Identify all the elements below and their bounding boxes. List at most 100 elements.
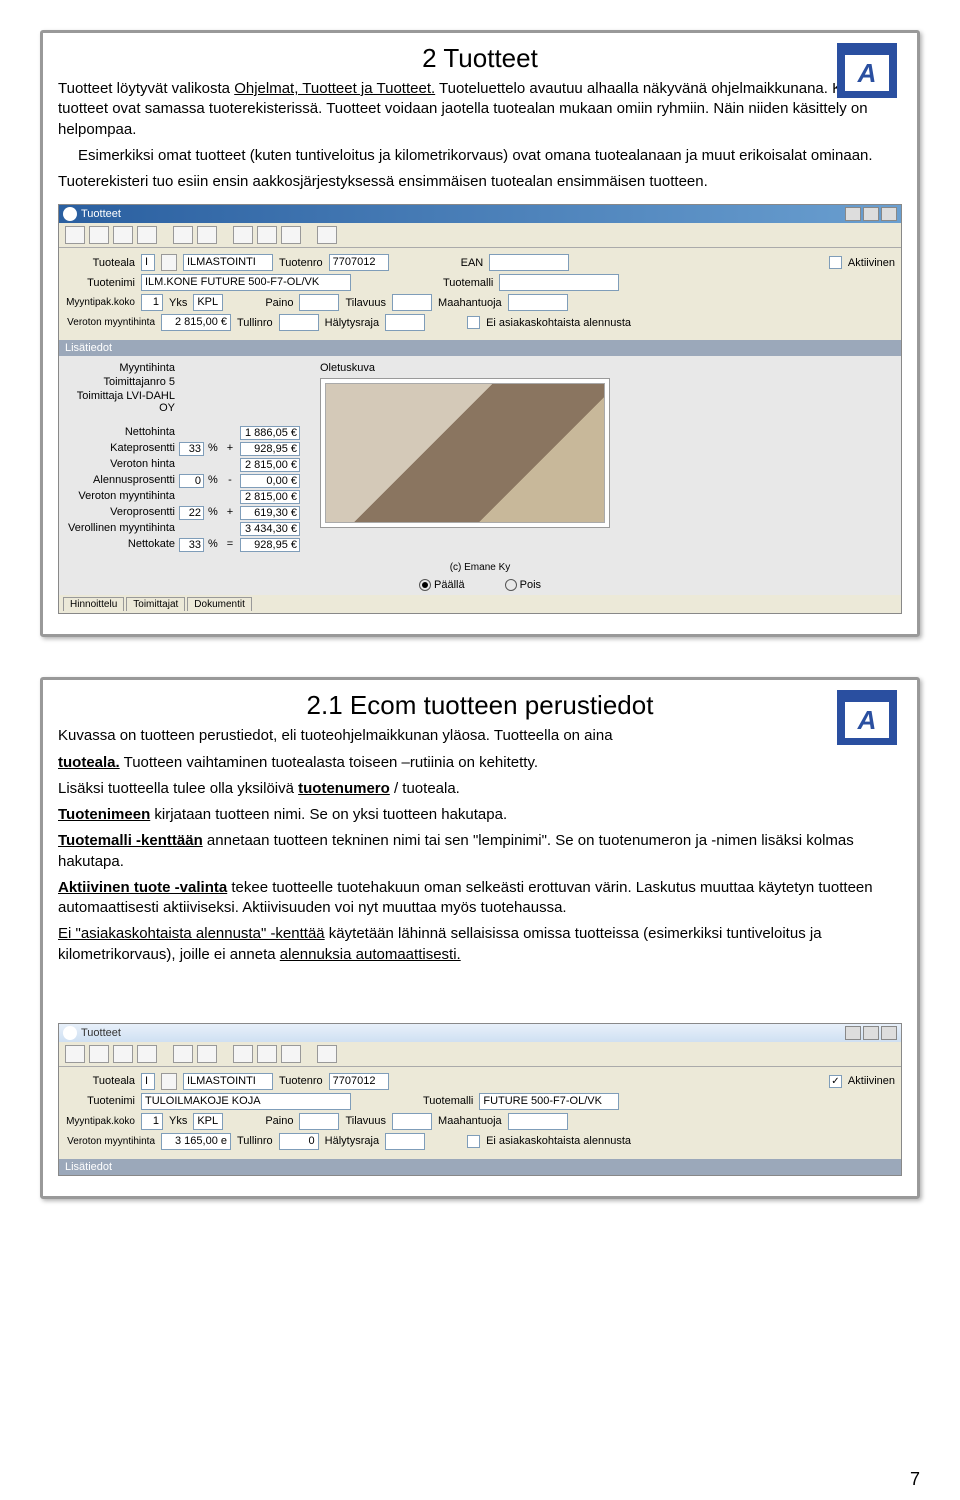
lbl-toimittaja: Toimittaja LVI-DAHL OY xyxy=(65,390,175,414)
fld-ean[interactable] xyxy=(489,254,569,271)
fld-tuotenimi[interactable]: TULOILMAKOJE KOJA xyxy=(141,1093,351,1110)
fld-maahantuoja[interactable] xyxy=(508,294,568,311)
fld-veroton-myynti[interactable]: 3 165,00 e xyxy=(161,1133,231,1150)
price-row: Alennusprosentti0%-0,00 € xyxy=(65,474,300,488)
lbl-maahantuoja: Maahantuoja xyxy=(438,1115,502,1127)
list-icon[interactable] xyxy=(281,226,301,244)
hdr-lisatiedot: Lisätiedot xyxy=(59,1159,901,1175)
delete-icon[interactable] xyxy=(197,1045,217,1063)
price-val[interactable]: 0,00 € xyxy=(240,474,300,488)
add-icon[interactable] xyxy=(173,226,193,244)
page-number: 7 xyxy=(910,1469,920,1490)
fld-tuotenro[interactable]: 7707012 xyxy=(329,254,389,271)
price-pct[interactable]: 33 xyxy=(179,442,204,456)
p6: Aktiivinen tuote -valinta tekee tuotteel… xyxy=(58,878,902,919)
fld-paino[interactable] xyxy=(299,1113,339,1130)
price-val[interactable]: 619,30 € xyxy=(240,506,300,520)
nav-first-icon[interactable] xyxy=(65,226,85,244)
nav-first-icon[interactable] xyxy=(65,1045,85,1063)
fld-tilavuus[interactable] xyxy=(392,1113,432,1130)
lbl-tuotemalli: Tuotemalli xyxy=(443,277,493,289)
fld-tuotemalli[interactable] xyxy=(499,274,619,291)
price-val[interactable]: 928,95 € xyxy=(240,538,300,552)
fld-tuotenimi[interactable]: ILM.KONE FUTURE 500-F7-OL/VK xyxy=(141,274,351,291)
fld-halytysraja[interactable] xyxy=(385,1133,425,1150)
radio-pois[interactable] xyxy=(505,579,517,591)
maximize-button[interactable] xyxy=(863,1026,879,1040)
p3: Lisäksi tuotteella tulee olla yksilöivä … xyxy=(58,779,902,799)
fld-yks[interactable]: KPL xyxy=(193,294,223,311)
price-pct[interactable]: 22 xyxy=(179,506,204,520)
nav-prev-icon[interactable] xyxy=(89,1045,109,1063)
fld-myyntipak[interactable]: 1 xyxy=(141,294,163,311)
lbl-tullinro: Tullinro xyxy=(237,317,273,329)
chk-aktiivinen[interactable] xyxy=(829,256,842,269)
lbl-aktiivinen: Aktiivinen xyxy=(848,1075,895,1087)
list-icon[interactable] xyxy=(281,1045,301,1063)
p4: Tuotenimeen kirjataan tuotteen nimi. Se … xyxy=(58,805,902,825)
nav-last-icon[interactable] xyxy=(137,1045,157,1063)
close-button[interactable] xyxy=(881,207,897,221)
radio-row: Päällä Pois xyxy=(59,575,901,595)
delete-icon[interactable] xyxy=(197,226,217,244)
fld-myyntipak[interactable]: 1 xyxy=(141,1113,163,1130)
nav-last-icon[interactable] xyxy=(137,226,157,244)
lookup-icon[interactable] xyxy=(161,254,177,271)
toolbar xyxy=(59,1042,901,1067)
tab-toimittajat[interactable]: Toimittajat xyxy=(126,597,185,611)
radio-paalla[interactable] xyxy=(419,579,431,591)
price-val[interactable]: 928,95 € xyxy=(240,442,300,456)
price-pct[interactable]: 33 xyxy=(179,538,204,552)
price-label: Veroton hinta xyxy=(65,458,175,472)
close-button[interactable] xyxy=(881,1026,897,1040)
chk-aktiivinen[interactable] xyxy=(829,1075,842,1088)
window-title: Tuotteet xyxy=(81,208,121,220)
window-titlebar: Tuotteet xyxy=(59,1024,901,1042)
price-row: Veroton hinta 2 815,00 € xyxy=(65,458,300,472)
edit-icon[interactable] xyxy=(233,226,253,244)
fld-tullinro[interactable]: 0 xyxy=(279,1133,319,1150)
price-label: Veroton myyntihinta xyxy=(65,490,175,504)
fld-tullinro[interactable] xyxy=(279,314,319,331)
fld-paino[interactable] xyxy=(299,294,339,311)
price-val[interactable]: 1 886,05 € xyxy=(240,426,300,440)
minimize-button[interactable] xyxy=(845,207,861,221)
fld-tuotemalli[interactable]: FUTURE 500-F7-OL/VK xyxy=(479,1093,619,1110)
lbl-toimittajanro: Toimittajanro 5 xyxy=(65,376,175,388)
p7: Ei "asiakaskohtaista alennusta" -kenttää… xyxy=(58,924,902,965)
price-pct[interactable]: 0 xyxy=(179,474,204,488)
add-icon[interactable] xyxy=(173,1045,193,1063)
lbl-aktiivinen: Aktiivinen xyxy=(848,257,895,269)
nav-next-icon[interactable] xyxy=(113,226,133,244)
tab-hinnoittelu[interactable]: Hinnoittelu xyxy=(63,597,124,611)
minimize-button[interactable] xyxy=(845,1026,861,1040)
print-icon[interactable] xyxy=(317,1045,337,1063)
nav-prev-icon[interactable] xyxy=(89,226,109,244)
price-val[interactable]: 2 815,00 € xyxy=(240,490,300,504)
fld-tuotenro[interactable]: 7707012 xyxy=(329,1073,389,1090)
section-2-tuotteet: A 2 Tuotteet Tuotteet löytyvät valikosta… xyxy=(40,30,920,637)
fld-tuoteala-code[interactable]: I xyxy=(141,1073,155,1090)
lbl-tuotemalli: Tuotemalli xyxy=(423,1095,473,1107)
fld-halytysraja[interactable] xyxy=(385,314,425,331)
maximize-button[interactable] xyxy=(863,207,879,221)
chk-ei-alennus[interactable] xyxy=(467,316,480,329)
fld-veroton-myynti[interactable]: 2 815,00 € xyxy=(161,314,231,331)
copy-icon[interactable] xyxy=(257,1045,277,1063)
tab-dokumentit[interactable]: Dokumentit xyxy=(187,597,252,611)
nav-next-icon[interactable] xyxy=(113,1045,133,1063)
price-op: + xyxy=(224,442,236,456)
copy-icon[interactable] xyxy=(257,226,277,244)
price-op: - xyxy=(224,474,236,488)
fld-yks[interactable]: KPL xyxy=(193,1113,223,1130)
edit-icon[interactable] xyxy=(233,1045,253,1063)
fld-tilavuus[interactable] xyxy=(392,294,432,311)
print-icon[interactable] xyxy=(317,226,337,244)
fld-maahantuoja[interactable] xyxy=(508,1113,568,1130)
chk-ei-alennus[interactable] xyxy=(467,1135,480,1148)
lookup-icon[interactable] xyxy=(161,1073,177,1090)
fld-tuoteala-code[interactable]: I xyxy=(141,254,155,271)
price-val[interactable]: 3 434,30 € xyxy=(240,522,300,536)
price-label: Verollinen myyntihinta xyxy=(65,522,175,536)
price-val[interactable]: 2 815,00 € xyxy=(240,458,300,472)
